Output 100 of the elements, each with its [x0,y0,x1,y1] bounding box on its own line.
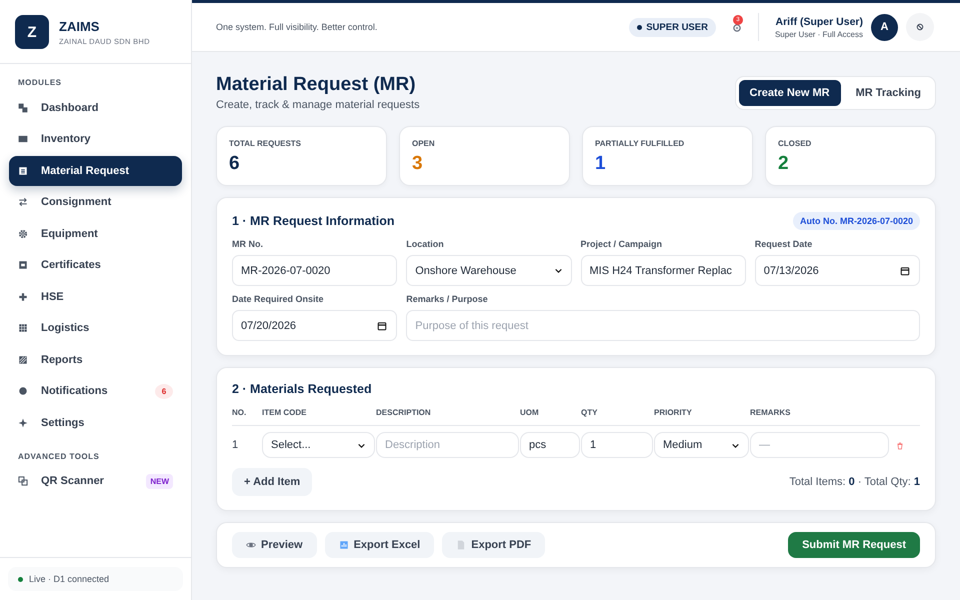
sidebar-item[interactable]: Notifications 6 [9,376,182,406]
sidebar-item-label: Certificates [41,259,102,272]
action-button[interactable]: Preview [232,532,317,558]
sidebar-item-label: QR Scanner [41,475,105,488]
sidebar-item[interactable]: Reports [9,345,182,374]
text-field[interactable]: MR-2026-07-0020 [232,255,398,286]
action-button[interactable]: Export PDF [442,532,546,558]
file-icon [456,540,466,550]
sidebar-item[interactable]: Material Request [9,156,182,186]
sidebar-item-label: Inventory [41,133,92,146]
field-label: Location [406,239,445,249]
text-field[interactable]: MIS H24 Transformer Replac [580,255,746,286]
column-header: ITEM CODE [262,405,376,426]
section-heading: MODULES [17,77,62,89]
date-field[interactable]: 07/20/2026 [232,310,398,341]
column-header: DESCRIPTION [376,405,520,426]
status-dot [18,576,23,582]
new-badge: NEW [146,474,173,489]
auto-number-badge: Auto No. MR-2026-07-0020 [792,212,920,230]
text-field[interactable]: 1 [581,432,653,458]
submit-button[interactable]: Submit MR Request [788,532,920,558]
sidebar-item[interactable]: Equipment [9,219,182,248]
dropdown[interactable]: Onshore Warehouse [406,255,572,286]
calendar-icon [377,320,388,330]
user-name: Ariff (Super User) [774,16,863,28]
calendar-icon [900,266,910,276]
overlapping-squares-icon [18,476,28,486]
squares-icon [18,102,28,113]
section-heading: ADVANCED TOOLS [17,450,100,462]
sidebar-item[interactable]: Settings [9,408,182,438]
stat-label: PARTIALLY FULFILLED [595,139,686,148]
action-button[interactable]: Export Excel [324,532,434,558]
card-title: 2 · Materials Requested [232,382,372,396]
bell-icon [732,23,742,33]
document-icon [18,260,28,270]
eye-icon [246,540,256,550]
stat-label: TOTAL REQUESTS [229,139,302,148]
box-icon [18,134,28,144]
user-role: Super User · Full Access [774,30,863,38]
grid-icon [18,323,28,334]
stat-label: CLOSED [778,139,812,148]
sidebar-item-label: Consignment [41,196,112,208]
sidebar-item-label: Equipment [41,228,99,240]
bar-chart-icon [338,540,349,550]
field-label: Remarks / Purpose [406,294,489,304]
prohibited-icon [916,23,924,31]
sidebar-item[interactable]: Consignment [9,188,182,217]
card-title: 1 · MR Request Information [232,214,395,228]
dropdown[interactable]: Medium [654,432,749,458]
stat-value: 3 [412,153,424,175]
field-label: Request Date [754,239,814,249]
text-field[interactable]: pcs [520,432,580,458]
text-field[interactable]: Description [376,432,519,458]
sidebar-item-label: Dashboard [41,102,100,114]
sidebar-item[interactable]: Logistics [9,314,182,343]
plus-icon [18,292,28,302]
sidebar-item-label: Logistics [41,322,90,334]
column-header: PRIORITY [654,405,750,426]
column-header: NO. [232,405,262,426]
stat-value: 2 [778,153,790,175]
sidebar-item[interactable]: Certificates [9,250,182,280]
text-field[interactable]: — [750,432,889,458]
view-tab[interactable]: Create New MR [738,80,841,106]
row-number: 1 [232,439,238,451]
sidebar-item[interactable]: Inventory [9,124,182,154]
stat-value: 6 [229,153,241,175]
sidebar-item-label: Settings [41,416,86,429]
stat-value: 1 [595,153,607,175]
totals-text: Total Items: 0 · Total Qty: 1 [789,476,920,488]
sidebar-item[interactable]: Dashboard [9,93,182,122]
column-header: REMARKS [750,405,890,426]
count-badge: 6 [155,384,173,399]
add-item-button[interactable]: + Add Item [232,468,312,496]
hatched-square-icon [18,354,28,365]
sidebar-item-label: Notifications [41,385,109,398]
app-name: ZAIMS [59,18,100,34]
circle-icon [18,386,28,396]
sparkle-icon [18,418,28,428]
app-logo: Z [15,15,49,49]
text-field[interactable]: Purpose of this request [406,310,920,341]
sidebar-item[interactable]: HSE [9,282,182,312]
column-header: UOM [520,405,581,426]
tagline: One system. Full visibility. Better control. [216,22,378,32]
swap-arrows-icon [18,197,28,208]
list-icon [18,166,28,176]
settings-button[interactable] [906,13,934,41]
user-avatar[interactable]: A [871,14,898,40]
role-badge: SUPER USER [629,18,716,36]
chevron-down-icon [554,266,562,275]
trash-icon [896,442,904,450]
field-label: Date Required Onsite [232,294,325,304]
view-tab[interactable]: MR Tracking [844,80,932,106]
stat-label: OPEN [412,139,436,148]
sidebar-item-label: HSE [41,290,65,303]
gear-icon [18,228,28,239]
sidebar-item-label: Reports [41,354,84,366]
dropdown[interactable]: Select... [262,432,375,458]
date-field[interactable]: 07/13/2026 [754,255,920,286]
sidebar-item[interactable]: QR Scanner NEW [9,466,182,496]
status-text: Live · D1 connected [29,574,110,584]
